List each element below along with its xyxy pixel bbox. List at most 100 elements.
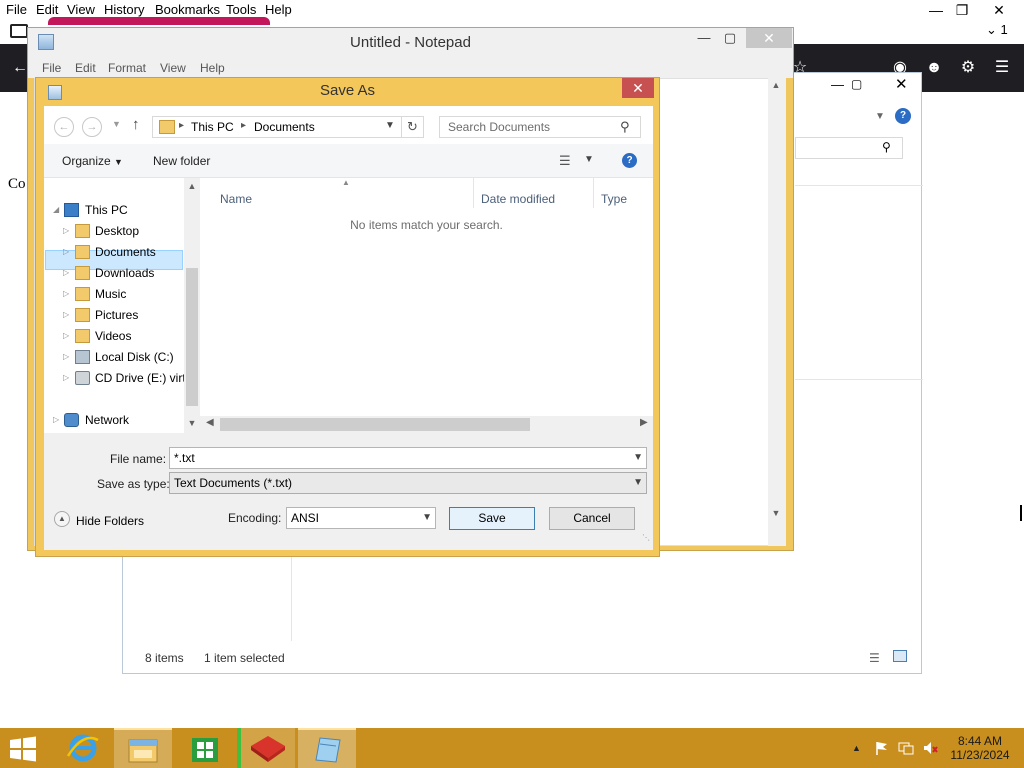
breadcrumb-documents[interactable]: Documents <box>254 120 315 134</box>
taskbar-red-app[interactable] <box>237 728 295 768</box>
refresh-button[interactable]: ↻ <box>402 116 424 138</box>
view-options-chevron-icon[interactable]: ▼ <box>584 154 594 165</box>
ff-menu-bookmarks[interactable]: Bookmarks <box>155 2 220 17</box>
resize-grip-icon[interactable]: ⋱ <box>642 533 652 543</box>
breadcrumb-separator-icon[interactable]: ▸ <box>179 120 184 131</box>
column-divider[interactable] <box>473 178 474 208</box>
collapsed-arrow-icon[interactable]: ▷ <box>63 221 69 241</box>
notepad-close-button[interactable]: ✕ <box>746 28 792 48</box>
show-hidden-icons-icon[interactable]: ▲ <box>852 743 861 753</box>
taskbar-internet-explorer[interactable] <box>54 728 112 768</box>
recent-locations-chevron-icon[interactable]: ▼ <box>112 119 121 129</box>
hide-folders-chevron-icon[interactable]: ▲ <box>54 511 70 527</box>
column-header-type[interactable]: Type <box>601 192 627 206</box>
taskbar-clock[interactable]: 8:44 AM 11/23/2024 <box>940 734 1020 762</box>
tree-scroll-thumb[interactable] <box>186 268 198 406</box>
scroll-down-icon[interactable]: ▼ <box>184 418 200 428</box>
start-button[interactable] <box>8 736 38 762</box>
hide-folders-button[interactable]: Hide Folders <box>76 514 144 528</box>
ff-tab-list-icon[interactable]: ⌄ 1 <box>986 22 1008 38</box>
explorer-close-button[interactable]: ✕ <box>895 75 908 93</box>
tree-item-this-pc[interactable]: ◢ This PC <box>44 200 184 220</box>
explorer-minimize-button[interactable]: — <box>831 77 844 92</box>
notepad-menu-view[interactable]: View <box>160 61 186 75</box>
ff-close-button[interactable]: ✕ <box>976 0 1022 20</box>
ff-extensions-icon[interactable]: ⚙ <box>956 56 980 80</box>
notepad-menu-help[interactable]: Help <box>200 61 225 75</box>
address-bar[interactable]: ▸ This PC ▸ Documents ▼ <box>152 116 402 138</box>
address-dropdown-icon[interactable]: ▼ <box>385 120 395 131</box>
notepad-minimize-button[interactable]: — <box>690 28 718 48</box>
encoding-dropdown-icon[interactable]: ▼ <box>422 508 432 528</box>
breadcrumb-separator-icon[interactable]: ▸ <box>241 120 246 131</box>
notepad-maximize-button[interactable]: ▢ <box>716 28 744 48</box>
ff-menu-edit[interactable]: Edit <box>36 2 58 17</box>
network-tray-icon[interactable] <box>898 740 914 756</box>
taskbar-file-explorer[interactable] <box>114 728 172 768</box>
tree-item-videos[interactable]: ▷ Videos <box>44 326 184 346</box>
encoding-select[interactable]: ANSI ▼ <box>286 507 436 529</box>
forward-button[interactable]: → <box>82 117 102 137</box>
change-view-icon[interactable]: ☰ <box>559 153 571 169</box>
volume-muted-icon[interactable] <box>922 740 938 756</box>
firefox-active-tab[interactable] <box>48 17 270 25</box>
file-name-input[interactable]: *.txt ▼ <box>169 447 647 469</box>
tree-item-desktop[interactable]: ▷ Desktop <box>44 221 184 241</box>
column-divider[interactable] <box>593 178 594 208</box>
tree-item-network[interactable]: ▷ Network <box>44 410 184 430</box>
notepad-menu-edit[interactable]: Edit <box>75 61 96 75</box>
ff-account-icon[interactable]: ☻ <box>922 56 946 80</box>
collapsed-arrow-icon[interactable]: ▷ <box>63 326 69 346</box>
ff-menu-tools[interactable]: Tools <box>226 2 256 17</box>
scroll-down-icon[interactable]: ▼ <box>768 508 784 518</box>
scroll-left-icon[interactable]: ◀ <box>206 417 214 428</box>
tree-item-pictures[interactable]: ▷ Pictures <box>44 305 184 325</box>
scroll-up-icon[interactable]: ▲ <box>768 80 784 90</box>
collapsed-arrow-icon[interactable]: ▷ <box>63 305 69 325</box>
collapsed-arrow-icon[interactable]: ▷ <box>63 368 69 388</box>
organize-button[interactable]: Organize ▼ <box>62 154 123 168</box>
new-folder-button[interactable]: New folder <box>153 154 210 168</box>
horizontal-scroll-thumb[interactable] <box>220 418 530 431</box>
tree-item-local-disk[interactable]: ▷ Local Disk (C:) <box>44 347 184 367</box>
ff-menu-file[interactable]: File <box>6 2 27 17</box>
column-header-name[interactable]: Name <box>220 192 252 206</box>
save-as-close-button[interactable]: ✕ <box>622 78 654 98</box>
ff-menu-icon[interactable]: ☰ <box>990 56 1014 80</box>
notepad-menu-format[interactable]: Format <box>108 61 146 75</box>
ff-menu-help[interactable]: Help <box>265 2 292 17</box>
tree-item-cd-drive[interactable]: ▷ CD Drive (E:) virti <box>44 368 184 388</box>
breadcrumb-this-pc[interactable]: This PC <box>191 120 234 134</box>
taskbar-notepad[interactable] <box>298 728 356 768</box>
ff-menu-history[interactable]: History <box>104 2 144 17</box>
scroll-right-icon[interactable]: ▶ <box>640 417 648 428</box>
save-button[interactable]: Save <box>449 507 535 530</box>
save-as-type-dropdown-icon[interactable]: ▼ <box>633 473 643 493</box>
notepad-vertical-scrollbar[interactable]: ▲ ▼ <box>768 78 786 546</box>
column-header-date-modified[interactable]: Date modified <box>481 192 555 206</box>
cancel-button[interactable]: Cancel <box>549 507 635 530</box>
action-center-flag-icon[interactable] <box>874 740 890 756</box>
taskbar-store[interactable] <box>176 728 234 768</box>
save-as-type-select[interactable]: Text Documents (*.txt) ▼ <box>169 472 647 494</box>
tree-item-downloads[interactable]: ▷ Downloads <box>44 263 184 283</box>
collapsed-arrow-icon[interactable]: ▷ <box>63 347 69 367</box>
collapsed-arrow-icon[interactable]: ▷ <box>53 410 59 430</box>
explorer-chevron-down-icon[interactable]: ▼ <box>875 111 885 122</box>
ff-menu-view[interactable]: View <box>67 2 95 17</box>
details-view-icon[interactable]: ☰ <box>869 651 880 665</box>
file-list-horizontal-scrollbar[interactable]: ◀ ▶ <box>200 416 653 433</box>
file-name-dropdown-icon[interactable]: ▼ <box>633 448 643 468</box>
tree-vertical-scrollbar[interactable]: ▲ ▼ <box>184 178 200 433</box>
explorer-help-icon[interactable]: ? <box>895 108 911 124</box>
collapsed-arrow-icon[interactable]: ▷ <box>63 242 69 262</box>
collapsed-arrow-icon[interactable]: ▷ <box>63 284 69 304</box>
expanded-arrow-icon[interactable]: ◢ <box>53 200 59 220</box>
explorer-maximize-button[interactable]: ▢ <box>851 77 862 91</box>
back-button[interactable]: ← <box>54 117 74 137</box>
notepad-menu-file[interactable]: File <box>42 61 61 75</box>
search-documents-input[interactable]: Search Documents ⚲ <box>439 116 641 138</box>
scroll-up-icon[interactable]: ▲ <box>184 181 200 191</box>
ff-tab-overview-icon[interactable] <box>10 24 28 38</box>
collapsed-arrow-icon[interactable]: ▷ <box>63 263 69 283</box>
